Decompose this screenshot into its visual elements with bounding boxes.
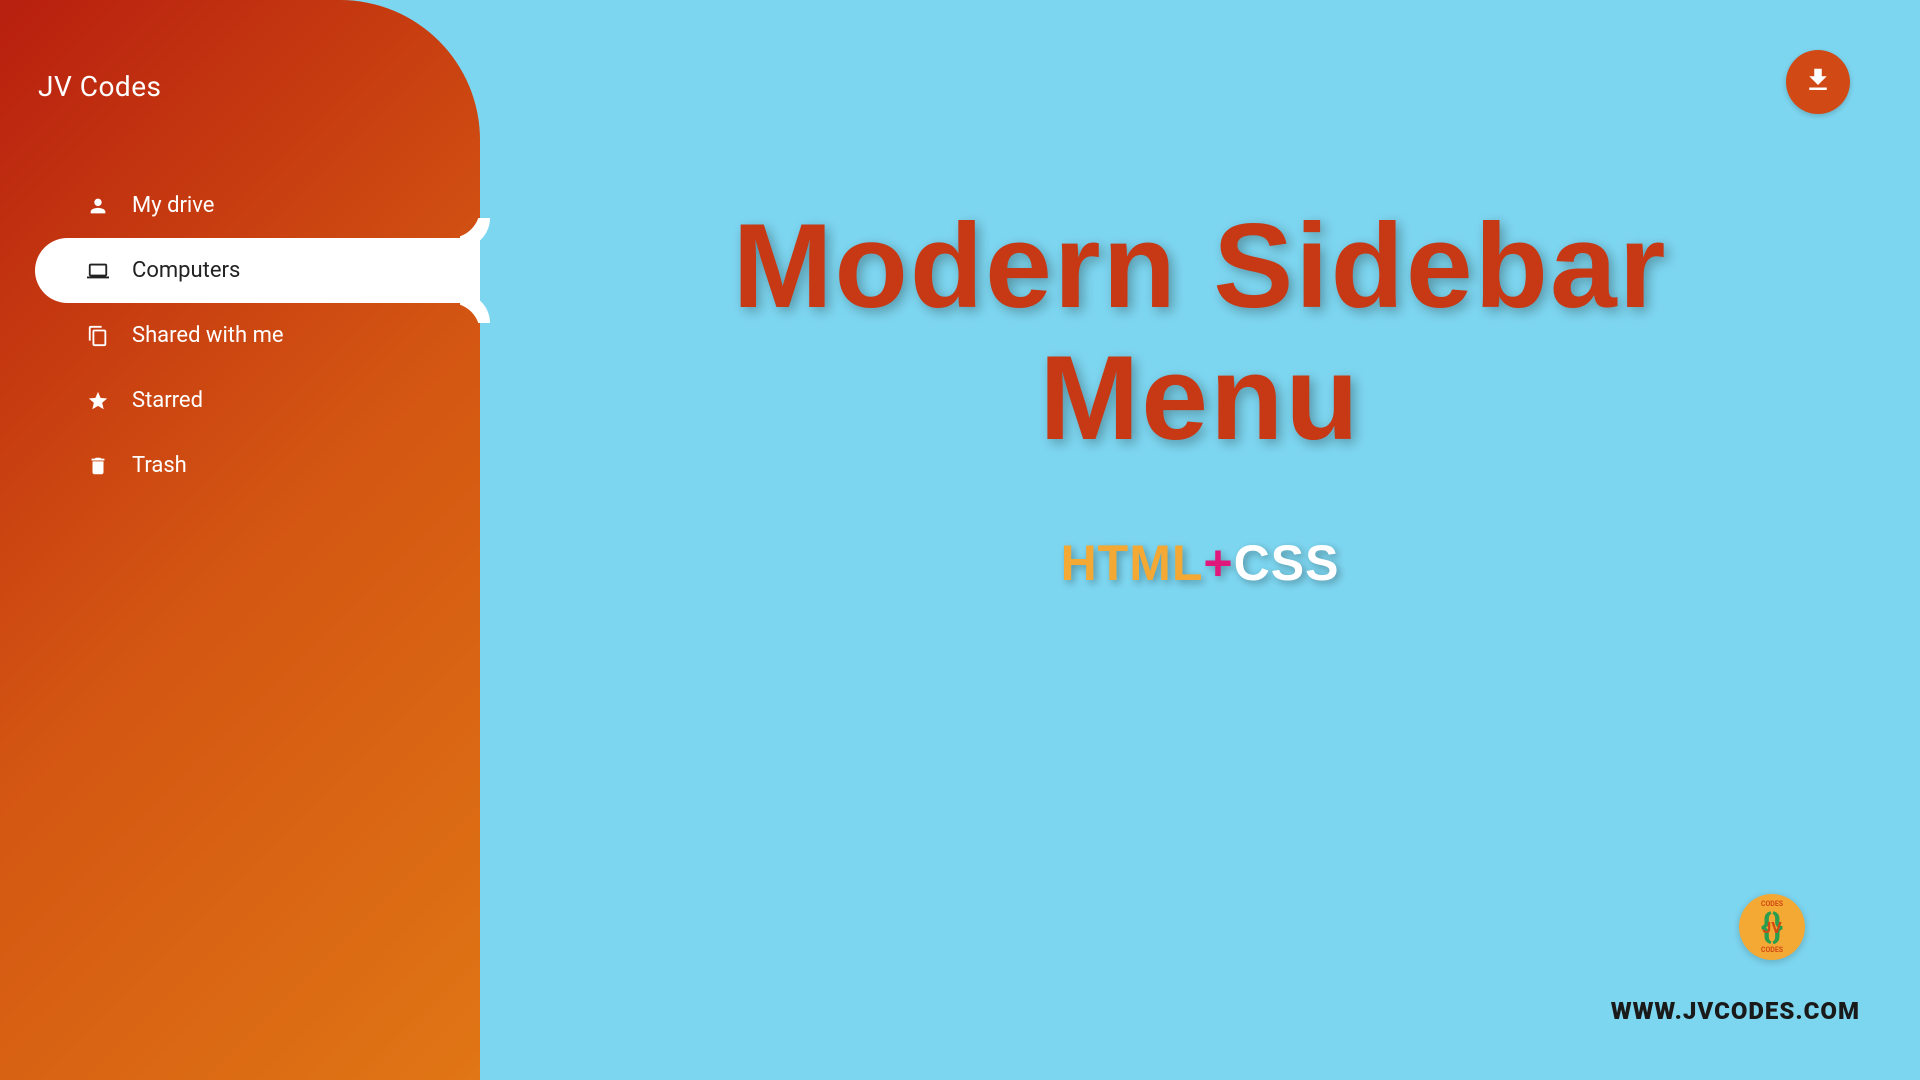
sidebar-title: JV Codes	[0, 0, 480, 103]
website-url: WWW.JVCODES.COM	[1611, 997, 1860, 1025]
sidebar: JV Codes My drive Computers Shared with …	[0, 0, 480, 1080]
main-content: Modern Sidebar Menu HTML+CSS CODES { JV …	[480, 0, 1920, 1080]
sidebar-item-label: My drive	[132, 193, 214, 218]
subtitle-css: CSS	[1234, 535, 1340, 591]
sidebar-item-label: Computers	[132, 258, 240, 283]
sidebar-item-my-drive[interactable]: My drive	[0, 173, 480, 238]
sidebar-item-shared[interactable]: Shared with me	[0, 303, 480, 368]
trash-icon	[86, 454, 110, 478]
download-button[interactable]	[1786, 50, 1850, 114]
title-line-2: Menu	[1039, 331, 1360, 465]
sidebar-item-label: Trash	[132, 453, 187, 478]
sidebar-menu: My drive Computers Shared with me Starre…	[0, 173, 480, 498]
subtitle: HTML+CSS	[480, 534, 1920, 592]
sidebar-item-label: Starred	[132, 388, 203, 413]
title-line-1: Modern Sidebar	[733, 199, 1668, 333]
logo-jv: JV	[1762, 918, 1781, 937]
laptop-icon	[86, 259, 110, 283]
subtitle-plus: +	[1203, 535, 1233, 591]
subtitle-html: HTML	[1061, 535, 1204, 591]
download-icon	[1803, 65, 1833, 99]
sidebar-item-trash[interactable]: Trash	[0, 433, 480, 498]
person-icon	[86, 194, 110, 218]
sidebar-item-computers[interactable]: Computers	[35, 238, 480, 303]
sidebar-item-starred[interactable]: Starred	[0, 368, 480, 433]
logo-codes-top: CODES	[1761, 900, 1783, 908]
logo-badge: CODES { JV } CODES	[1739, 894, 1805, 960]
sidebar-item-label: Shared with me	[132, 323, 284, 348]
shared-icon	[86, 324, 110, 348]
main-title: Modern Sidebar Menu	[480, 200, 1920, 464]
logo-codes-bottom: CODES	[1761, 946, 1783, 954]
star-icon	[86, 389, 110, 413]
